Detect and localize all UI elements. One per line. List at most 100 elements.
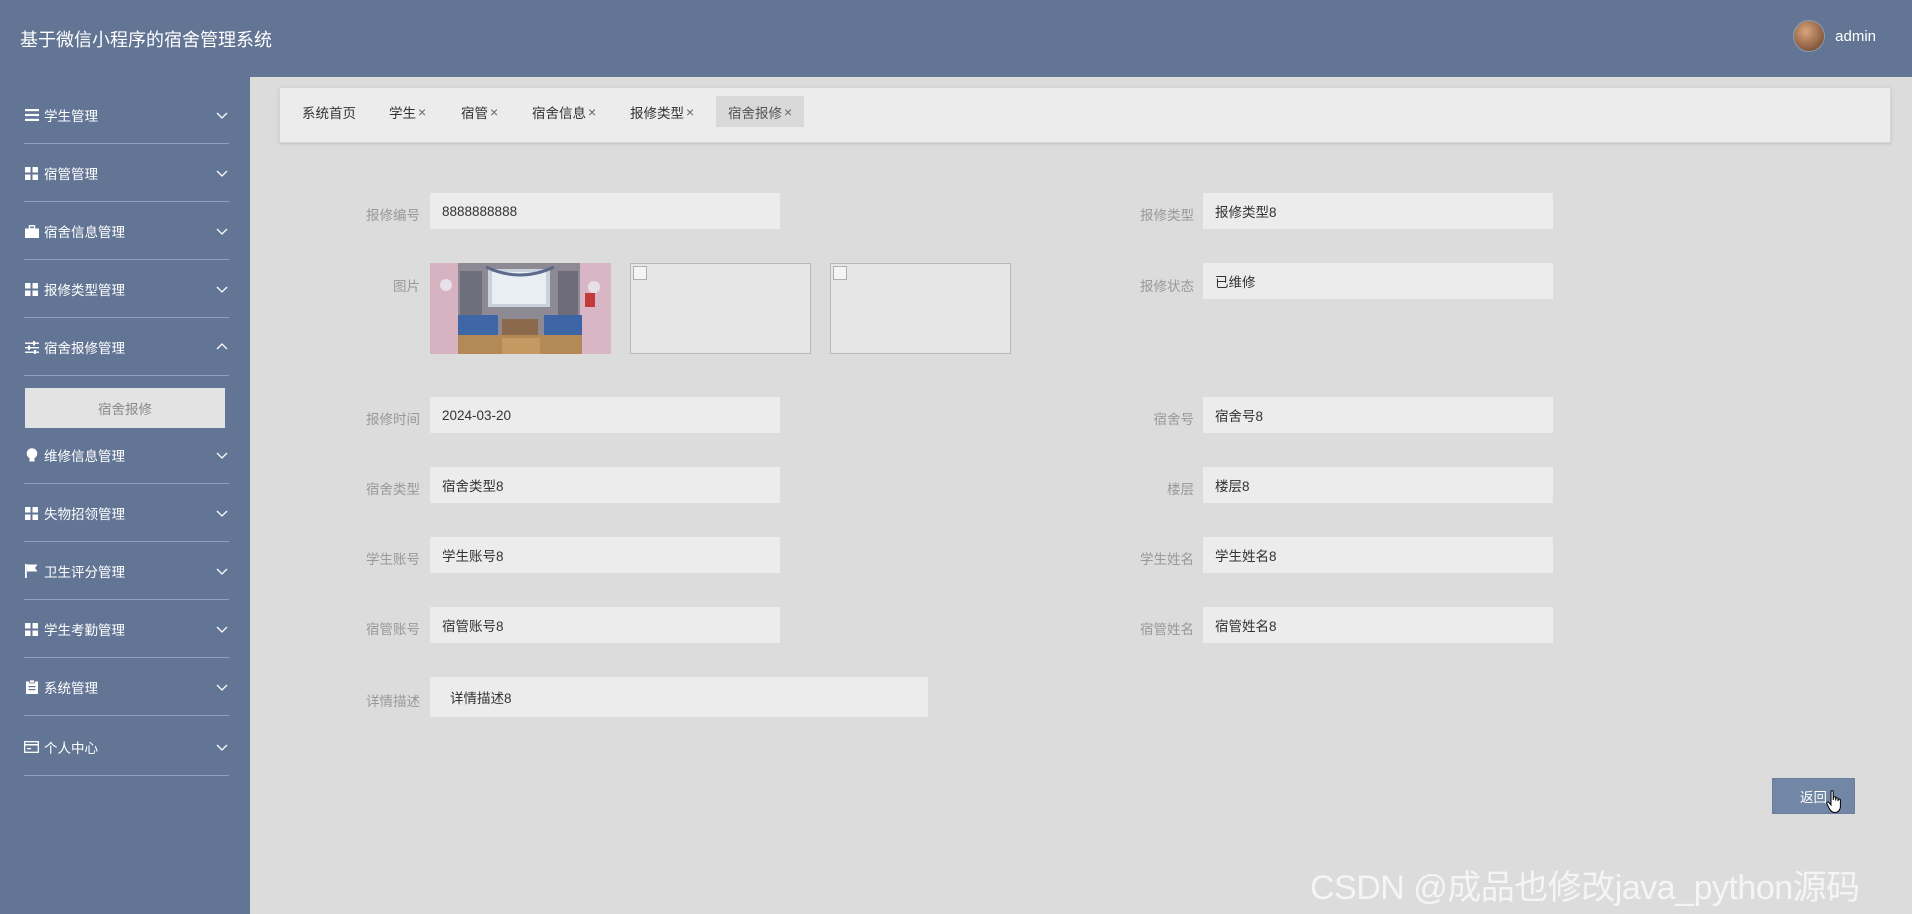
clipboard-icon — [24, 680, 39, 695]
csdn-watermark: CSDN @成品也修改java_python源码 — [1310, 869, 1860, 907]
card-icon — [24, 740, 39, 755]
grid-icon — [24, 282, 39, 297]
tab-student[interactable]: 学生 × — [377, 96, 438, 127]
chevron-down-icon — [216, 228, 228, 235]
sidebar-item-label: 宿管管理 — [44, 167, 98, 182]
tab-manager[interactable]: 宿管 × — [449, 96, 510, 127]
sidebar-item-lost-found[interactable]: 失物招领管理 — [24, 485, 229, 542]
close-icon[interactable]: × — [418, 104, 426, 120]
repair-status-field[interactable]: 已维修 — [1203, 263, 1553, 299]
sidebar-item-repair-type[interactable]: 报修类型管理 — [24, 261, 229, 318]
close-icon[interactable]: × — [784, 104, 792, 120]
sidebar-item-manager[interactable]: 宿管管理 — [24, 145, 229, 202]
hand-cursor-icon — [1826, 790, 1841, 814]
repair-time-field[interactable]: 2024-03-20 — [430, 397, 780, 433]
repair-type-field[interactable]: 报修类型8 — [1203, 193, 1553, 229]
repair-no-field[interactable]: 8888888888 — [430, 193, 780, 229]
grid-icon — [24, 166, 39, 181]
sidebar: 学生管理 宿管管理 宿舍信息管理 报修类型管理 宿舍报修管理 宿舍报修 维修信息… — [0, 77, 250, 914]
chevron-up-icon — [216, 343, 228, 350]
chevron-down-icon — [216, 452, 228, 459]
sidebar-item-label: 失物招领管理 — [44, 507, 125, 522]
tab-home[interactable]: 系统首页 — [290, 96, 368, 127]
user-name[interactable]: admin — [1835, 28, 1876, 45]
sidebar-item-label: 系统管理 — [44, 681, 98, 696]
dorm-type-label: 宿舍类型 — [366, 482, 420, 497]
sidebar-item-label: 卫生评分管理 — [44, 565, 125, 580]
sidebar-item-system[interactable]: 系统管理 — [24, 659, 229, 716]
sidebar-item-hygiene[interactable]: 卫生评分管理 — [24, 543, 229, 600]
sidebar-item-label: 个人中心 — [44, 741, 98, 756]
sidebar-item-label: 学生管理 — [44, 109, 98, 124]
grid-icon — [24, 506, 39, 521]
sidebar-item-attendance[interactable]: 学生考勤管理 — [24, 601, 229, 658]
tab-label: 宿舍报修 — [728, 105, 782, 121]
close-icon[interactable]: × — [588, 104, 596, 120]
manager-account-field[interactable]: 宿管账号8 — [430, 607, 780, 643]
tab-label: 系统首页 — [302, 105, 356, 121]
manager-name-label: 宿管姓名 — [1140, 622, 1194, 637]
top-header: 基于微信小程序的宿舍管理系统 admin — [0, 0, 1912, 77]
sidebar-item-dorm-info[interactable]: 宿舍信息管理 — [24, 203, 229, 260]
briefcase-icon — [24, 224, 39, 239]
broken-image-2[interactable] — [630, 263, 811, 354]
repair-status-label: 报修状态 — [1140, 279, 1194, 294]
chevron-down-icon — [216, 112, 228, 119]
grid-icon — [24, 622, 39, 637]
tab-label: 宿管 — [461, 105, 488, 121]
sidebar-item-maintenance[interactable]: 维修信息管理 — [24, 427, 229, 484]
dorm-room-photo — [430, 263, 611, 354]
tab-label: 宿舍信息 — [532, 105, 586, 121]
broken-image-3[interactable] — [830, 263, 1011, 354]
sliders-icon — [24, 340, 39, 355]
avatar[interactable] — [1793, 20, 1826, 52]
tab-repair-type[interactable]: 报修类型 × — [618, 96, 706, 127]
submenu-item-dorm-repair[interactable]: 宿舍报修 — [25, 388, 225, 428]
tab-label: 学生 — [389, 105, 416, 121]
floor-field[interactable]: 楼层8 — [1203, 467, 1553, 503]
tab-label: 报修类型 — [630, 105, 684, 121]
sidebar-item-label: 宿舍报修管理 — [44, 341, 125, 356]
chevron-down-icon — [216, 510, 228, 517]
sidebar-item-label: 宿舍信息管理 — [44, 225, 125, 240]
repair-no-label: 报修编号 — [366, 208, 420, 223]
chevron-down-icon — [216, 684, 228, 691]
sidebar-item-student[interactable]: 学生管理 — [24, 87, 229, 144]
floor-label: 楼层 — [1167, 482, 1194, 497]
broken-image-icon — [633, 266, 647, 280]
app-title: 基于微信小程序的宿舍管理系统 — [20, 30, 272, 50]
close-icon[interactable]: × — [490, 104, 498, 120]
broken-image-icon — [833, 266, 847, 280]
description-field[interactable]: 详情描述8 — [430, 677, 928, 717]
student-account-field[interactable]: 学生账号8 — [430, 537, 780, 573]
manager-name-field[interactable]: 宿管姓名8 — [1203, 607, 1553, 643]
student-name-field[interactable]: 学生姓名8 — [1203, 537, 1553, 573]
repair-photo[interactable] — [430, 263, 611, 354]
manager-account-label: 宿管账号 — [366, 622, 420, 637]
close-icon[interactable]: × — [686, 104, 694, 120]
repair-time-label: 报修时间 — [366, 412, 420, 427]
sidebar-item-label: 学生考勤管理 — [44, 623, 125, 638]
images-label: 图片 — [393, 279, 420, 294]
tab-dorm-repair[interactable]: 宿舍报修 × — [716, 96, 805, 127]
dorm-no-field[interactable]: 宿舍号8 — [1203, 397, 1553, 433]
chevron-down-icon — [216, 744, 228, 751]
chevron-down-icon — [216, 568, 228, 575]
student-name-label: 学生姓名 — [1140, 552, 1194, 567]
student-account-label: 学生账号 — [366, 552, 420, 567]
sidebar-item-label: 报修类型管理 — [44, 283, 125, 298]
sidebar-item-dorm-repair[interactable]: 宿舍报修管理 — [24, 319, 229, 376]
user-menu[interactable]: admin — [1793, 20, 1876, 52]
chevron-down-icon — [216, 286, 228, 293]
bulb-icon — [24, 448, 39, 463]
description-label: 详情描述 — [366, 694, 420, 709]
tabs-bar: 系统首页 学生 × 宿管 × 宿舍信息 × 报修类型 × 宿舍报修 × — [279, 87, 1891, 143]
sidebar-item-personal-center[interactable]: 个人中心 — [24, 719, 229, 776]
repair-type-label: 报修类型 — [1140, 208, 1194, 223]
list-icon — [24, 108, 39, 123]
tab-dorm-info[interactable]: 宿舍信息 × — [520, 96, 608, 127]
dorm-no-label: 宿舍号 — [1153, 412, 1195, 427]
chevron-down-icon — [216, 170, 228, 177]
chevron-down-icon — [216, 626, 228, 633]
dorm-type-field[interactable]: 宿舍类型8 — [430, 467, 780, 503]
